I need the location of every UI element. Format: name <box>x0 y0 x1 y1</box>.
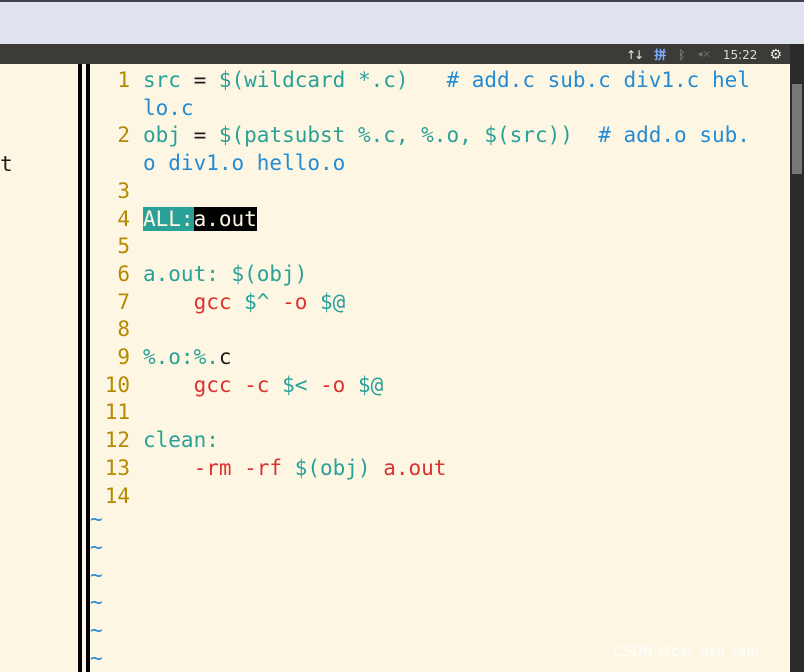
code-text: obj = $(patsubst %.c, %.o, $(src)) # add… <box>143 121 750 149</box>
code-token: a.out: $(obj) <box>143 261 308 286</box>
line-number: 1 <box>117 68 130 92</box>
code-token: %.o:%. <box>143 345 219 369</box>
code-token: a.out <box>193 206 257 231</box>
bluetooth-icon[interactable]: ᛒ <box>678 48 685 62</box>
system-panel: ↑↓ 拼 ᛒ ◂× 15:22 ⚙ <box>0 44 790 64</box>
code-token: $(patsubst %.c, %.o, $(src)) <box>218 123 573 148</box>
line-number: 12 <box>104 428 130 453</box>
code-token: c <box>218 345 232 369</box>
line-number: 8 <box>117 317 130 342</box>
code-token: $(obj) <box>294 455 371 480</box>
window-top-bar <box>0 0 804 44</box>
code-token: gcc <box>143 289 245 314</box>
code-text: gcc -c $< -o $@ <box>143 371 384 399</box>
line-number: 13 <box>104 455 130 480</box>
code-token: gcc -c <box>143 372 283 397</box>
line-number: 4 <box>117 206 130 231</box>
scrollbar-thumb[interactable] <box>792 84 802 174</box>
line-number: 9 <box>117 345 130 369</box>
line-number: 6 <box>117 261 130 286</box>
clock[interactable]: 15:22 <box>723 48 758 62</box>
code-token: $@ <box>357 372 384 397</box>
empty-line-marker: ~ <box>90 507 103 532</box>
code-token: $< <box>282 372 308 397</box>
empty-line-marker: ~ <box>90 534 103 559</box>
code-text: ALL:a.out <box>143 205 257 233</box>
code-token: $^ <box>244 289 270 314</box>
code-token: # add.o sub. <box>598 123 750 148</box>
line-number: 10 <box>104 372 130 397</box>
vertical-split-separator[interactable] <box>78 64 90 672</box>
gear-icon[interactable]: ⚙ <box>769 47 782 63</box>
watermark-text: CSDN @cat_fish_rain <box>613 644 760 660</box>
line-number: 7 <box>117 289 130 314</box>
code-token: -o <box>307 372 358 397</box>
code-text: o div1.o hello.o <box>143 149 345 177</box>
code-text: clean: <box>143 426 219 454</box>
code-token: src <box>143 68 181 92</box>
empty-line-marker: ~ <box>90 562 103 587</box>
left-pane-text: t <box>0 152 13 176</box>
code-token: ALL: <box>143 206 194 231</box>
system-tray: ↑↓ 拼 ᛒ ◂× 15:22 ⚙ <box>626 46 782 63</box>
code-token: o div1.o hello.o <box>143 151 346 176</box>
volume-icon[interactable]: ◂× <box>697 49 710 60</box>
network-arrows-icon[interactable]: ↑↓ <box>626 48 644 62</box>
code-token: # add.c sub.c div1.c hel <box>446 68 750 92</box>
code-text: -rm -rf $(obj) a.out <box>143 454 447 482</box>
empty-line-marker: ~ <box>90 618 103 642</box>
code-token: obj <box>143 123 181 148</box>
code-token: a.out <box>370 455 447 480</box>
code-token: -rm -rf <box>143 455 295 480</box>
code-token: -o <box>269 289 321 314</box>
empty-line-marker: ~ <box>90 590 103 615</box>
code-token: lo.c <box>143 95 194 120</box>
code-token: = <box>180 123 219 148</box>
left-editor-pane[interactable]: t <box>0 64 78 672</box>
code-token: $(wildcard *.c) <box>218 68 409 92</box>
empty-line-marker: ~ <box>90 645 103 670</box>
code-text: gcc $^ -o $@ <box>143 288 346 316</box>
line-number: 11 <box>104 400 130 425</box>
line-number: 3 <box>117 178 130 203</box>
code-text: lo.c <box>143 94 194 122</box>
right-edge-strip <box>790 44 804 672</box>
code-token: $@ <box>320 289 346 314</box>
vim-editor[interactable]: 1 src = $(wildcard *.c) # add.c sub.c div… <box>90 64 790 672</box>
code-text: %.o:%.c <box>143 343 232 371</box>
code-text: src = $(wildcard *.c) # add.c sub.c div1… <box>143 66 750 94</box>
code-text: a.out: $(obj) <box>143 260 307 288</box>
code-token: clean: <box>143 428 219 453</box>
line-number: 5 <box>117 234 130 259</box>
line-number: 2 <box>117 123 130 148</box>
code-token: = <box>180 68 219 92</box>
keyboard-layout-indicator[interactable]: 拼 <box>654 46 666 63</box>
